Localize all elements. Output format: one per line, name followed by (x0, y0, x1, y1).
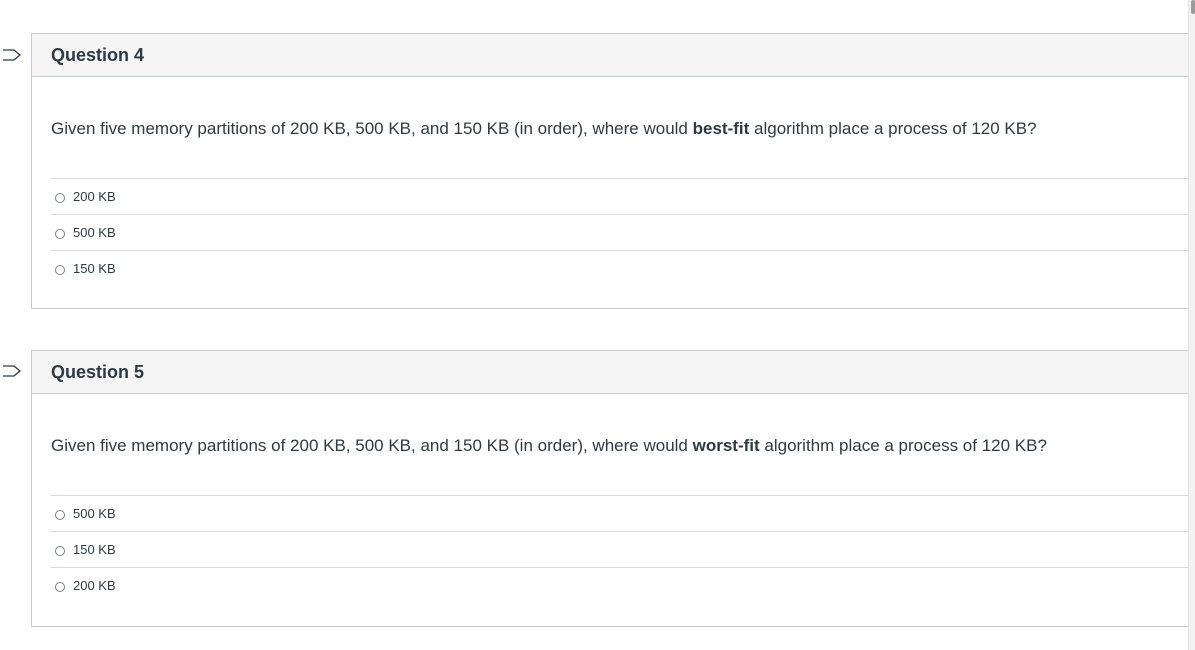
question-5: Question 5 Given five memory partitions … (31, 350, 1195, 627)
radio-button[interactable] (55, 545, 65, 556)
question-text-bold: best-fit (692, 119, 750, 138)
question-4: Question 4 Given five memory partitions … (31, 33, 1195, 309)
question-title: Question 4 (51, 44, 145, 65)
question-title: Question 5 (51, 361, 145, 382)
answer-list: 200 KB 500 KB 150 KB (51, 178, 1195, 286)
question-text-before: Given five memory partitions of 200 KB, … (51, 119, 693, 138)
answer-option[interactable]: 200 KB (51, 567, 1195, 603)
answer-label: 150 KB (73, 542, 116, 557)
flag-question-icon[interactable] (2, 49, 22, 61)
radio-button[interactable] (55, 581, 65, 592)
scrollbar-thumb[interactable] (1191, 0, 1195, 14)
question-header: Question 4 (32, 34, 1195, 77)
radio-button[interactable] (55, 264, 65, 275)
question-header: Question 5 (32, 351, 1195, 394)
question-text-after: algorithm place a process of 120 KB? (749, 119, 1037, 138)
answer-label: 500 KB (73, 506, 116, 521)
question-text-after: algorithm place a process of 120 KB? (759, 436, 1047, 455)
answer-list: 500 KB 150 KB 200 KB (51, 495, 1195, 603)
radio-button[interactable] (55, 509, 65, 520)
answer-option[interactable]: 500 KB (51, 495, 1195, 531)
answer-option[interactable]: 500 KB (51, 214, 1195, 250)
answer-option[interactable]: 150 KB (51, 531, 1195, 567)
answer-label: 200 KB (73, 189, 116, 204)
radio-button[interactable] (55, 192, 65, 203)
answer-label: 150 KB (73, 261, 116, 276)
flag-question-icon[interactable] (2, 365, 22, 377)
answer-option[interactable]: 150 KB (51, 250, 1195, 286)
question-text-bold: worst-fit (692, 436, 760, 455)
question-text: Given five memory partitions of 200 KB, … (32, 394, 1195, 495)
answer-label: 200 KB (73, 578, 116, 593)
question-text: Given five memory partitions of 200 KB, … (32, 77, 1195, 178)
radio-button[interactable] (55, 228, 65, 239)
question-text-before: Given five memory partitions of 200 KB, … (51, 436, 693, 455)
answer-label: 500 KB (73, 225, 116, 240)
scrollbar[interactable] (1188, 0, 1195, 650)
answer-option[interactable]: 200 KB (51, 178, 1195, 214)
